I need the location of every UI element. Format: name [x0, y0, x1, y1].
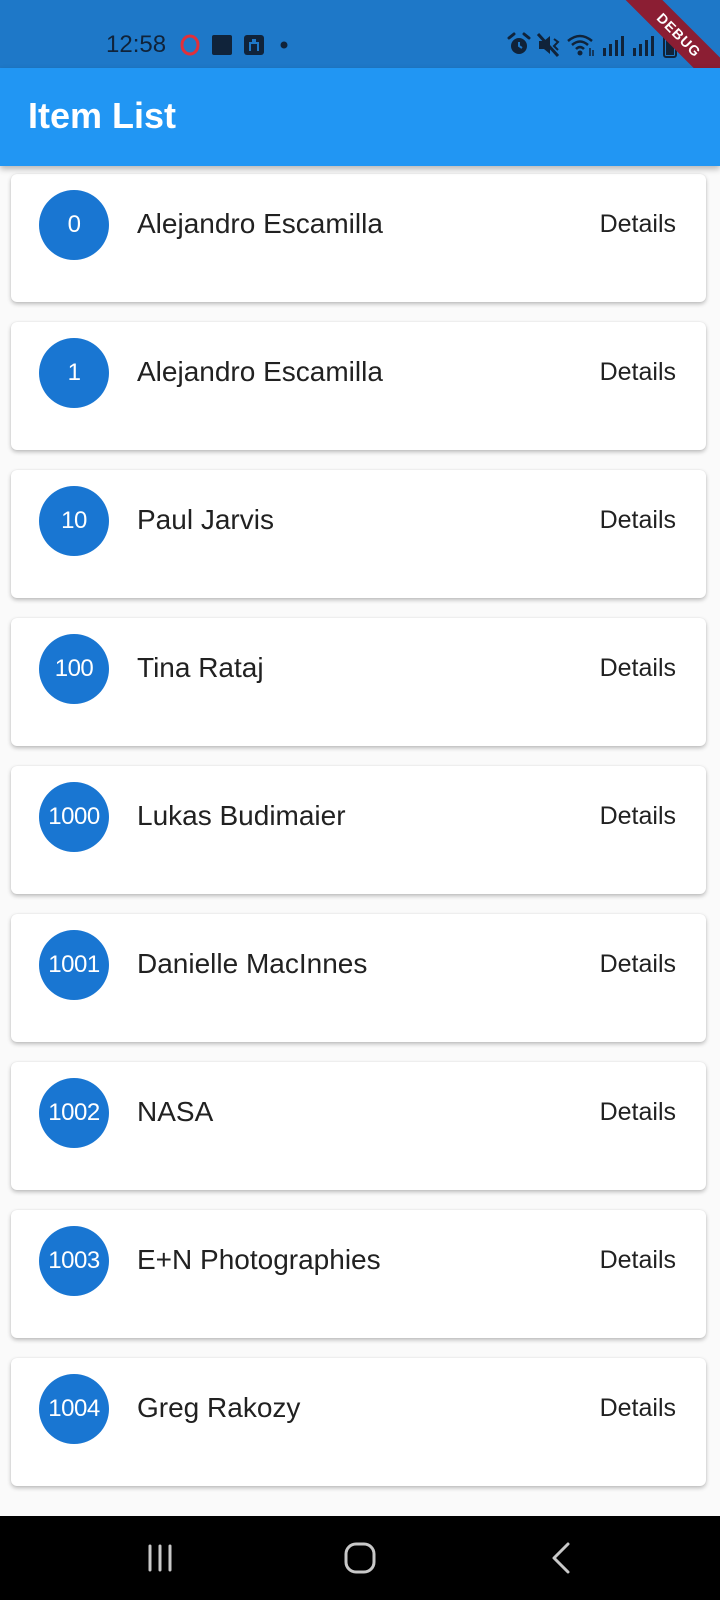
- list-item[interactable]: 100 Tina Rataj Details: [11, 618, 706, 746]
- recents-icon[interactable]: [138, 1536, 182, 1580]
- item-name: Alejandro Escamilla: [137, 356, 383, 387]
- item-name: Lukas Budimaier: [137, 800, 346, 831]
- status-time: 12:58: [106, 31, 167, 58]
- opera-icon: [180, 34, 200, 56]
- avatar: 1003: [39, 1226, 109, 1296]
- list-item[interactable]: 1 Alejandro Escamilla Details: [11, 322, 706, 450]
- details-button[interactable]: Details: [600, 948, 676, 980]
- sim-icon: [244, 35, 264, 55]
- avatar: 1001: [39, 930, 109, 1000]
- avatar: 0: [39, 190, 109, 260]
- alarm-icon: [507, 32, 531, 54]
- dot-icon: [280, 41, 288, 49]
- item-name: Greg Rakozy: [137, 1392, 301, 1423]
- details-button[interactable]: Details: [600, 1392, 676, 1424]
- avatar: 1004: [39, 1374, 109, 1444]
- item-name: Tina Rataj: [137, 652, 264, 683]
- list-item[interactable]: 10 Paul Jarvis Details: [11, 470, 706, 598]
- status-bar: 12:58 DEBUG: [0, 0, 720, 105]
- avatar: 1: [39, 338, 109, 408]
- list-item[interactable]: 1000 Lukas Budimaier Details: [11, 766, 706, 894]
- details-button[interactable]: Details: [600, 1096, 676, 1128]
- list-item[interactable]: 1002 NASA Details: [11, 1062, 706, 1190]
- signal-icon: [633, 36, 654, 56]
- details-button[interactable]: Details: [600, 1244, 676, 1276]
- avatar: 1002: [39, 1078, 109, 1148]
- page-title: Item List: [28, 95, 177, 136]
- signal-icon: [603, 36, 624, 56]
- home-icon[interactable]: [338, 1536, 382, 1580]
- item-name: NASA: [137, 1096, 214, 1127]
- details-button[interactable]: Details: [600, 356, 676, 388]
- list-item[interactable]: 0 Alejandro Escamilla Details: [11, 174, 706, 302]
- mute-icon: [536, 32, 560, 58]
- back-icon[interactable]: [540, 1536, 584, 1580]
- item-name: E+N Photographies: [137, 1244, 381, 1275]
- list-item[interactable]: 1003 E+N Photographies Details: [11, 1210, 706, 1338]
- system-nav-bar: [0, 1516, 720, 1600]
- details-button[interactable]: Details: [600, 504, 676, 536]
- wifi-icon: [567, 34, 594, 56]
- item-name: Danielle MacInnes: [137, 948, 368, 979]
- details-button[interactable]: Details: [600, 800, 676, 832]
- item-name: Alejandro Escamilla: [137, 208, 383, 239]
- avatar: 1000: [39, 782, 109, 852]
- avatar: 100: [39, 634, 109, 704]
- item-name: Paul Jarvis: [137, 504, 274, 535]
- details-button[interactable]: Details: [600, 652, 676, 684]
- list-item[interactable]: 1001 Danielle MacInnes Details: [11, 914, 706, 1042]
- details-button[interactable]: Details: [600, 208, 676, 240]
- avatar: 10: [39, 486, 109, 556]
- square-app-icon: [212, 35, 232, 55]
- list-item[interactable]: 1004 Greg Rakozy Details: [11, 1358, 706, 1486]
- item-list: 0 Alejandro Escamilla Details 1 Alejandr…: [0, 166, 720, 1516]
- app-bar: Item List: [0, 68, 720, 166]
